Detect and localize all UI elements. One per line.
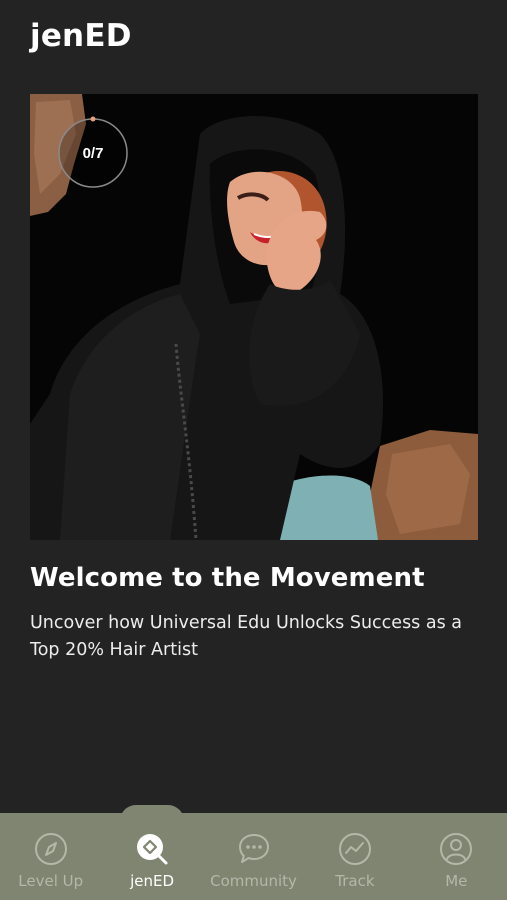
tab-label: Community <box>210 872 297 890</box>
lesson-title: Welcome to the Movement <box>30 563 425 593</box>
bottom-tab-bar: Level Up jenED Community Track Me <box>0 813 507 900</box>
search-diamond-icon <box>137 834 168 865</box>
tab-jened[interactable]: jenED <box>101 813 202 900</box>
tab-label: Level Up <box>18 872 84 890</box>
tab-track[interactable]: Track <box>304 813 405 900</box>
tab-level-up[interactable]: Level Up <box>0 813 101 900</box>
lesson-description: Uncover how Universal Edu Unlocks Succes… <box>30 613 462 660</box>
progress-count: 0/7 <box>82 144 104 162</box>
chat-bubble-icon <box>238 834 269 863</box>
chart-line-icon <box>338 833 371 865</box>
tab-label: Track <box>335 872 375 890</box>
user-icon <box>440 833 473 865</box>
tab-me[interactable]: Me <box>406 813 507 900</box>
compass-icon <box>34 833 67 865</box>
tab-label: Me <box>445 872 468 890</box>
progress-ring: 0/7 <box>56 116 130 190</box>
app-title: jenED <box>30 18 132 54</box>
tab-community[interactable]: Community <box>203 813 304 900</box>
hero-image[interactable]: 0/7 <box>30 94 478 540</box>
active-tab-notch <box>120 805 184 821</box>
tab-label: jenED <box>130 872 175 890</box>
